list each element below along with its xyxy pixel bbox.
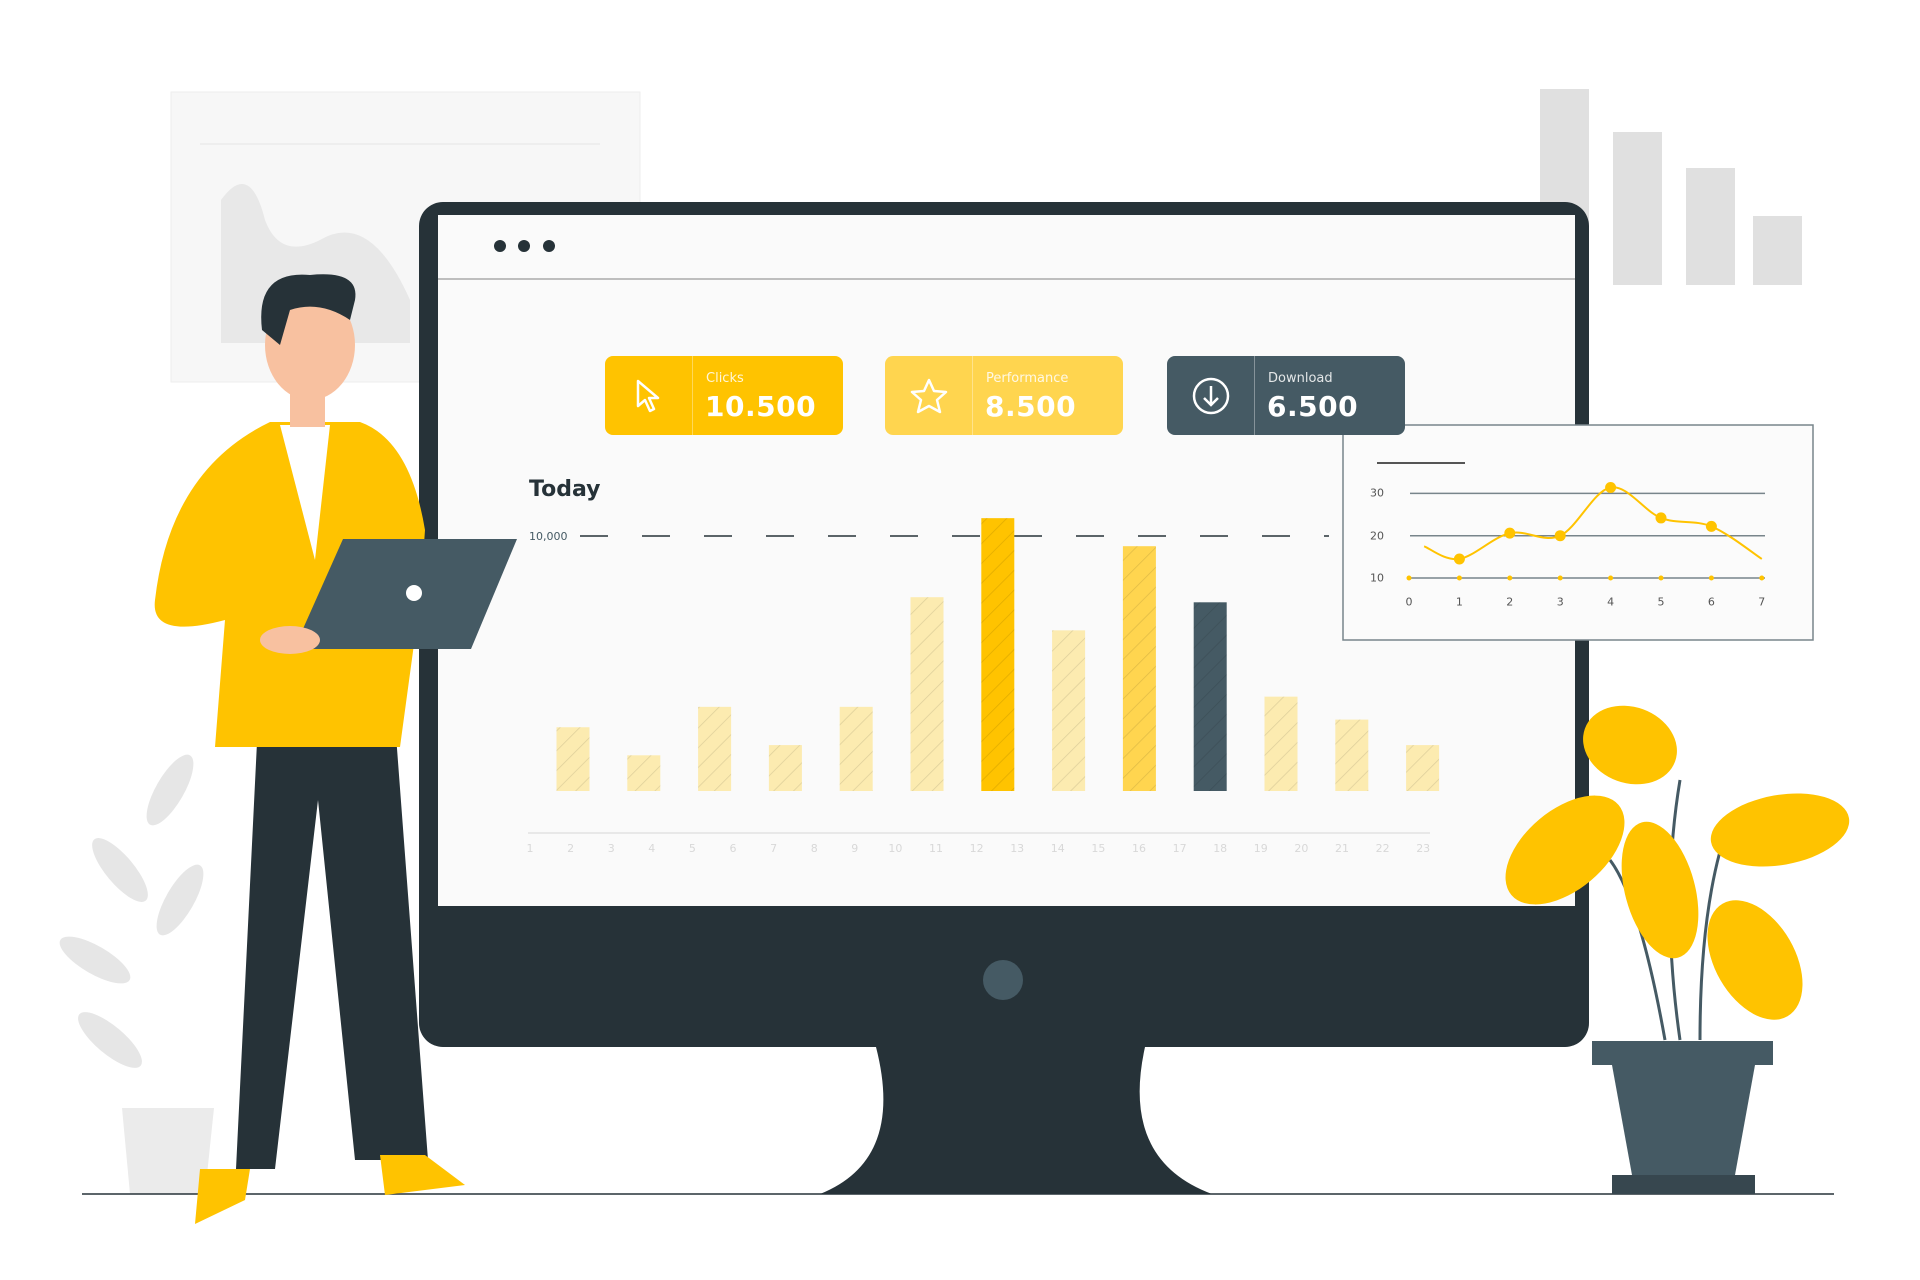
axis-marker	[1557, 575, 1563, 581]
tick-label: 0	[1405, 595, 1413, 609]
axis-marker	[1456, 575, 1462, 581]
bar-hatch	[768, 745, 802, 791]
tick-label: 4	[1607, 595, 1615, 609]
data-point	[1605, 481, 1617, 493]
x-tick-label: 17	[1172, 842, 1187, 855]
axis-marker	[1406, 575, 1412, 581]
x-tick-label: 3	[607, 842, 615, 855]
bar-hatch	[1193, 602, 1227, 791]
bar-hatch	[1335, 719, 1369, 791]
card-value: 8.500	[985, 390, 1077, 423]
x-tick-label: 19	[1253, 842, 1268, 855]
x-tick-label: 16	[1132, 842, 1146, 855]
window-dot	[543, 240, 555, 252]
x-tick-label: 11	[929, 842, 943, 855]
card-label: Download	[1268, 371, 1333, 386]
x-tick-label: 2	[567, 842, 575, 855]
axis-marker	[1658, 575, 1664, 581]
bar-hatch	[910, 597, 944, 791]
card-value: 6.500	[1267, 390, 1359, 423]
x-tick-label: 15	[1091, 842, 1106, 855]
bar-hatch	[1122, 546, 1156, 791]
clicks-card[interactable]: Clicks 10.500	[605, 356, 843, 435]
tick-label: 20	[1370, 529, 1384, 543]
cursor-icon	[605, 356, 693, 435]
data-point	[1453, 553, 1465, 565]
x-tick-label: 23	[1416, 842, 1431, 855]
data-point	[1655, 512, 1667, 524]
window-dot	[518, 240, 530, 252]
tick-label: 5	[1657, 595, 1665, 609]
background-plant	[59, 754, 214, 1194]
power-button	[983, 960, 1023, 1000]
tick-label: 1	[1455, 595, 1463, 609]
bar-hatch	[627, 755, 661, 791]
card-label: Clicks	[706, 371, 744, 386]
reference-line-label: 10,000	[529, 530, 568, 543]
x-tick-label: 14	[1050, 842, 1065, 855]
x-tick-label: 18	[1213, 842, 1228, 855]
axis-marker	[1759, 575, 1765, 581]
person-pants	[236, 722, 428, 1169]
star-icon	[885, 356, 973, 435]
axis-marker	[1708, 575, 1714, 581]
x-tick-label: 9	[851, 842, 859, 855]
performance-card[interactable]: Performance 8.500	[885, 356, 1123, 435]
monitor-stand	[820, 1047, 1212, 1194]
tick-label: 3	[1556, 595, 1564, 609]
bar-hatch	[839, 706, 873, 791]
bar-hatch	[1264, 696, 1298, 791]
data-point	[1705, 520, 1717, 532]
x-tick-label: 20	[1294, 842, 1309, 855]
bar-hatch	[981, 518, 1015, 791]
tick-label: 30	[1370, 486, 1384, 500]
axis-marker	[1507, 575, 1513, 581]
x-tick-label: 8	[810, 842, 818, 855]
axis-marker	[1608, 575, 1614, 581]
illustration	[59, 89, 1850, 1224]
x-tick-label: 6	[729, 842, 737, 855]
window-dot	[494, 240, 506, 252]
chart-title: Today	[529, 477, 601, 502]
x-tick-label: 13	[1010, 842, 1025, 855]
x-tick-label: 21	[1335, 842, 1349, 855]
tick-label: 7	[1758, 595, 1766, 609]
tick-label: 10	[1370, 571, 1384, 585]
tick-label: 6	[1707, 595, 1715, 609]
bar-hatch	[1406, 745, 1440, 791]
card-value: 10.500	[705, 390, 817, 423]
bar-hatch	[1052, 630, 1086, 791]
x-tick-label: 5	[688, 842, 696, 855]
bar-hatch	[556, 727, 590, 791]
card-label: Performance	[986, 371, 1069, 386]
x-tick-label: 22	[1375, 842, 1390, 855]
x-tick-label: 4	[648, 842, 656, 855]
data-point	[1554, 530, 1566, 542]
data-point	[1504, 527, 1516, 539]
bar-hatch	[698, 706, 732, 791]
x-tick-label: 12	[969, 842, 984, 855]
download-icon	[1167, 356, 1255, 435]
line-chart-panel	[1342, 424, 1814, 641]
x-tick-label: 1	[526, 842, 534, 855]
x-tick-label: 7	[770, 842, 778, 855]
tick-label: 2	[1506, 595, 1514, 609]
download-card[interactable]: Download 6.500	[1167, 356, 1405, 435]
x-tick-label: 10	[888, 842, 903, 855]
